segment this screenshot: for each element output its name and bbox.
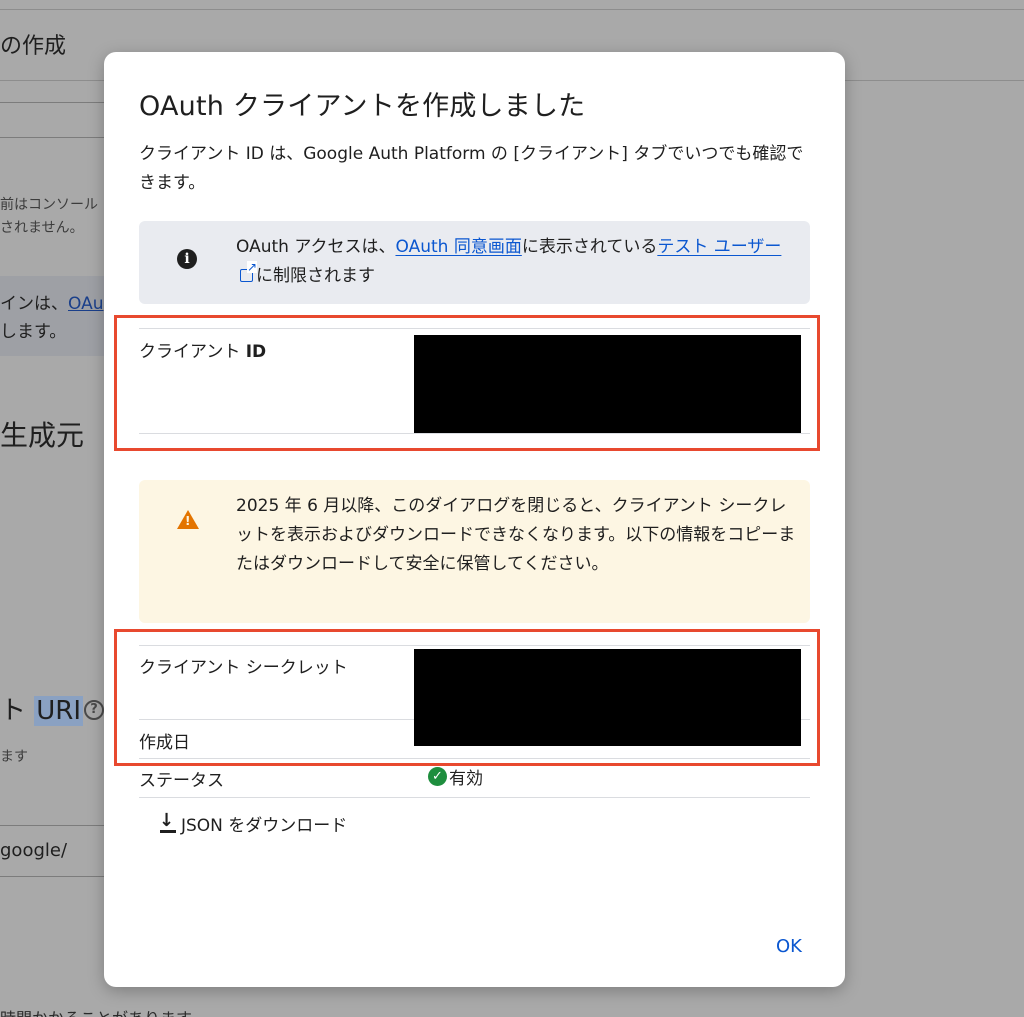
ok-button[interactable]: OK	[776, 936, 802, 957]
section-title-highlight: URI	[34, 696, 84, 726]
section-title-text: ト	[0, 696, 35, 726]
secret-warning-banner: ! 2025 年 6 月以降、このダイアログを閉じると、クライアント シークレッ…	[139, 480, 810, 623]
info-text: に表示されている	[521, 237, 658, 257]
help-text-line: 前はコンソール	[0, 197, 98, 213]
test-users-info-banner: i OAuth アクセスは、OAuth 同意画面に表示されているテスト ユーザー…	[139, 221, 810, 304]
field-underline	[0, 137, 104, 138]
client-secret-highlight-box	[114, 629, 820, 766]
footer-note: 時間かかることがあります	[0, 1005, 192, 1017]
info-text: します。	[0, 322, 67, 342]
info-banner-text: OAuth アクセスは、OAuth 同意画面に表示されているテスト ユーザーに制…	[236, 233, 796, 291]
status-value: ✓ 有効	[428, 764, 483, 789]
info-banner-text: インは、OAu します。	[0, 290, 104, 346]
dialog-title: OAuth クライアントを作成しました	[139, 91, 586, 122]
test-users-link[interactable]: テスト ユーザー	[657, 237, 781, 257]
download-json-button[interactable]: ↓ JSON をダウンロード	[159, 811, 347, 836]
page-title: の作成	[0, 34, 67, 59]
consent-screen-link[interactable]: OAu	[68, 294, 104, 314]
row-divider	[139, 797, 810, 798]
warning-text: 2025 年 6 月以降、このダイアログを閉じると、クライアント シークレットを…	[236, 496, 796, 574]
help-text: 前はコンソール されません。	[0, 194, 98, 240]
section-title-origins: 生成元	[0, 419, 85, 452]
oauth-consent-screen-link[interactable]: OAuth 同意画面	[395, 237, 521, 257]
info-text: に制限されます	[256, 266, 375, 286]
oauth-client-created-dialog: OAuth クライアントを作成しました クライアント ID は、Google A…	[104, 52, 845, 987]
warning-icon: !	[177, 510, 199, 529]
field-underline	[0, 102, 104, 103]
top-divider	[0, 0, 1024, 10]
check-circle-icon: ✓	[428, 767, 447, 786]
client-id-highlight-box	[114, 315, 820, 451]
download-json-label: JSON をダウンロード	[181, 816, 348, 836]
help-text-line: されません。	[0, 220, 84, 236]
status-value-text: 有効	[449, 769, 483, 789]
download-icon: ↓	[159, 809, 176, 833]
redirect-uri-value: google/	[0, 840, 68, 861]
info-text: OAuth アクセスは、	[236, 237, 396, 257]
help-icon[interactable]: ?	[84, 700, 104, 720]
external-link-icon	[240, 261, 257, 282]
section-title-redirect-uri: ト URI	[0, 690, 84, 727]
dialog-subtitle: クライアント ID は、Google Auth Platform の [クライア…	[139, 144, 804, 193]
status-label: ステータス	[139, 771, 224, 791]
section-help-text: ます	[0, 749, 28, 765]
info-text: インは、	[0, 294, 68, 314]
info-icon: i	[177, 249, 197, 269]
